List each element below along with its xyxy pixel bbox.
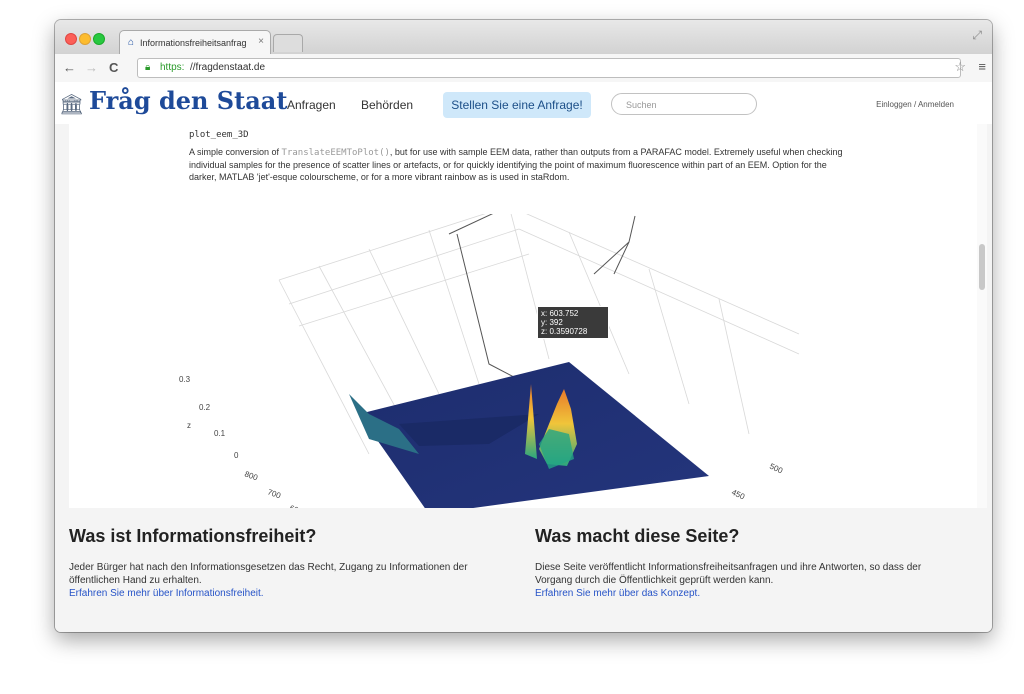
close-window-button[interactable] xyxy=(65,33,77,45)
browser-window: ⌂ Informationsfreiheitsanfrag × ⤢ ← → C … xyxy=(55,20,992,632)
vertical-scrollbar[interactable] xyxy=(977,124,987,508)
site-header: 🏛︎ Fråg den Staat Anfragen Behörden Stel… xyxy=(55,82,992,124)
code-snippet: TranslateEEMToPlot() xyxy=(281,148,390,158)
new-tab-button[interactable] xyxy=(273,34,303,52)
scrollbar-thumb[interactable] xyxy=(979,244,985,290)
footer-left-link[interactable]: Erfahren Sie mehr über Informationsfreih… xyxy=(69,587,489,600)
forward-button[interactable]: → xyxy=(85,60,98,75)
title-bar: ⌂ Informationsfreiheitsanfrag × ⤢ xyxy=(55,20,992,55)
footer-left-text: Jeder Bürger hat nach den Informationsge… xyxy=(69,562,468,586)
footer-column-right: Was macht diese Seite? Diese Seite veröf… xyxy=(535,526,955,600)
login-link[interactable]: Einloggen / Anmelden xyxy=(876,100,954,109)
doc-paragraph: A simple conversion of TranslateEEMToPlo… xyxy=(189,147,843,182)
site-footer: Was ist Informationsfreiheit? Jeder Bürg… xyxy=(55,508,992,632)
hover-tooltip: x: 603.752 y: 392 z: 0.3590728 xyxy=(537,306,609,339)
browser-tab[interactable]: ⌂ Informationsfreiheitsanfrag × xyxy=(119,30,271,55)
y-tick-800: 800 xyxy=(243,469,259,482)
footer-left-title: Was ist Informationsfreiheit? xyxy=(69,526,317,546)
site-logo[interactable]: Fråg den Staat xyxy=(89,86,287,115)
browser-toolbar: ← → C 🔒︎ https: //fragdenstaat.de ☆ ≡ xyxy=(55,54,992,83)
building-icon: 🏛︎ xyxy=(59,94,85,116)
search-input[interactable]: Suchen xyxy=(611,93,757,115)
embedded-document: plot_eem_3D A simple conversion of Trans… xyxy=(69,124,987,509)
nav-anfragen[interactable]: Anfragen xyxy=(287,98,336,112)
footer-right-text: Diese Seite veröffentlicht Informationsf… xyxy=(535,562,922,586)
z-axis-label: z xyxy=(187,421,191,430)
x-tick-450: 450 xyxy=(730,488,746,502)
tooltip-y: y: 392 xyxy=(541,318,563,327)
new-request-button[interactable]: Stellen Sie eine Anfrage! xyxy=(443,92,591,118)
maximize-window-button[interactable] xyxy=(93,33,105,45)
lock-icon: 🔒︎ xyxy=(145,62,151,73)
plot-axis-frame xyxy=(448,214,636,391)
y-tick-700: 700 xyxy=(266,487,282,500)
z-tick-0.3: 0.3 xyxy=(179,375,191,384)
back-button[interactable]: ← xyxy=(63,60,76,75)
bookmark-star-icon[interactable]: ☆ xyxy=(954,59,966,75)
minimize-window-button[interactable] xyxy=(79,33,91,45)
tab-title: Informationsfreiheitsanfrag xyxy=(140,38,247,48)
z-tick-0.1: 0.1 xyxy=(214,429,226,438)
reload-button[interactable]: C xyxy=(109,60,118,75)
browser-menu-icon[interactable]: ≡ xyxy=(978,59,986,74)
site-favicon-icon: ⌂ xyxy=(128,37,135,48)
fullscreen-icon[interactable]: ⤢ xyxy=(972,28,982,43)
tab-close-icon[interactable]: × xyxy=(258,36,264,47)
tooltip-x: x: 603.752 xyxy=(541,309,579,318)
tooltip-z: z: 0.3590728 xyxy=(541,327,588,336)
footer-column-left: Was ist Informationsfreiheit? Jeder Bürg… xyxy=(69,526,489,600)
doc-heading: plot_eem_3D xyxy=(189,130,249,140)
url-host: //fragdenstaat.de xyxy=(190,62,266,73)
3d-surface-plot[interactable]: 0.3 0.2 z 0.1 0 800 700 600 500 450 xyxy=(69,214,987,508)
footer-right-link[interactable]: Erfahren Sie mehr über das Konzept. xyxy=(535,587,955,600)
nav-behoerden[interactable]: Behörden xyxy=(361,98,413,112)
z-tick-0: 0 xyxy=(234,451,239,460)
footer-right-title: Was macht diese Seite? xyxy=(535,526,740,546)
x-tick-500: 500 xyxy=(768,462,784,476)
url-scheme: https: xyxy=(160,62,185,73)
z-tick-0.2: 0.2 xyxy=(199,403,211,412)
address-bar[interactable]: 🔒︎ https: //fragdenstaat.de xyxy=(137,58,961,78)
